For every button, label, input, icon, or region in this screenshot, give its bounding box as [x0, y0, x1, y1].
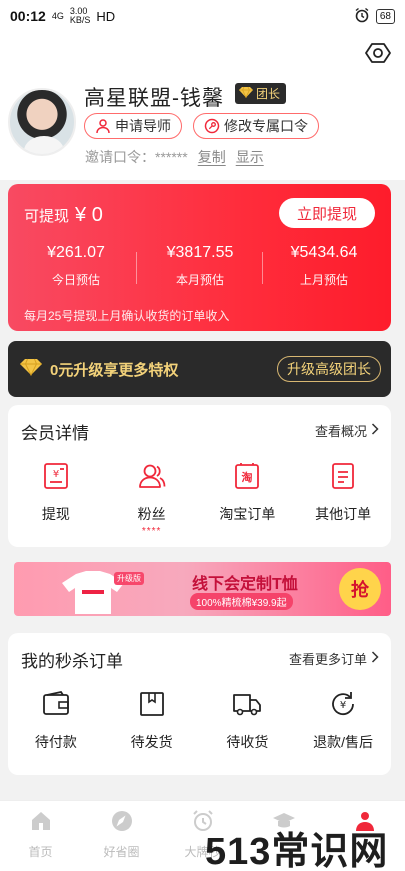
order-status-grid: 待付款 待发货 待收货 ¥ 退款/售后: [8, 689, 391, 752]
grid-label: 粉丝: [137, 506, 166, 522]
hd-indicator: HD: [96, 8, 116, 24]
taobao-order-icon: 淘: [232, 461, 262, 496]
grid-label: 待收货: [226, 734, 269, 750]
role-badge: 团长: [235, 83, 287, 104]
compass-icon: [110, 809, 134, 838]
grid-item-other-orders[interactable]: 其他订单: [295, 461, 391, 537]
wallet-icon: [41, 689, 71, 724]
home-icon: [29, 809, 53, 838]
withdrawable-row: 可提现 ¥ 0: [24, 204, 103, 227]
grid-item-taobao-orders[interactable]: 淘 淘宝订单: [200, 461, 296, 537]
svg-text:¥: ¥: [340, 700, 346, 711]
truck-icon: [232, 689, 262, 724]
settings-icon[interactable]: [365, 40, 391, 66]
role-label: 团长: [256, 87, 281, 101]
key-icon: [204, 118, 220, 134]
withdraw-now-button[interactable]: 立即提现: [279, 198, 375, 228]
speed-unit: KB/S: [69, 15, 91, 25]
withdrawable-label: 可提现: [24, 208, 70, 225]
tab-save-circle[interactable]: 好省圈: [81, 801, 162, 871]
stat-label: 上月预估: [299, 273, 348, 287]
chevron-right-icon: [371, 423, 379, 438]
grid-item-pending-receipt[interactable]: 待收货: [200, 689, 296, 752]
grid-label: 淘宝订单: [219, 506, 276, 522]
banner-tag: 升级版: [114, 572, 144, 585]
grid-item-withdraw[interactable]: ¥ 提现: [8, 461, 104, 537]
avatar[interactable]: [8, 88, 76, 156]
banner-subtitle: 100%精梳棉¥39.9起: [190, 593, 293, 610]
tab-label: 首页: [28, 845, 53, 859]
stat-last-month[interactable]: ¥5434.64 上月预估: [264, 244, 384, 288]
invite-code-label: 邀请口令：******: [85, 149, 188, 165]
battery-indicator: 68: [375, 8, 395, 24]
package-icon: [137, 689, 167, 724]
promo-banner[interactable]: 升级版 线下会定制T恤 100%精梳棉¥39.9起 抢: [14, 562, 391, 616]
divider: [136, 252, 137, 284]
divider: [262, 252, 263, 284]
status-time: 00:12: [10, 8, 46, 24]
network-indicator: 4G: [51, 10, 64, 21]
view-overview-link[interactable]: 查看概况: [315, 421, 379, 440]
view-more-orders-label: 查看更多订单: [288, 652, 367, 667]
tab-home[interactable]: 首页: [0, 801, 81, 871]
alarm-icon: [354, 7, 370, 26]
view-more-orders-link[interactable]: 查看更多订单: [289, 649, 379, 668]
grid-label: 其他订单: [315, 506, 372, 522]
earnings-note: 每月25号提现上月确认收货的订单收入: [24, 309, 230, 323]
copy-link[interactable]: 复制: [198, 147, 226, 167]
grab-button[interactable]: 抢: [339, 568, 381, 610]
grid-item-refund[interactable]: ¥ 退款/售后: [295, 689, 391, 752]
grid-label: 提现: [41, 506, 70, 522]
stat-value: ¥261.07: [47, 244, 105, 261]
grid-item-pending-payment[interactable]: 待付款: [8, 689, 104, 752]
network-speed: 3.00 KB/S: [70, 7, 91, 25]
chevron-right-icon: [371, 651, 379, 666]
view-overview-label: 查看概况: [314, 424, 367, 439]
stat-value: ¥5434.64: [290, 244, 358, 261]
show-link[interactable]: 显示: [236, 147, 264, 167]
svg-text:¥: ¥: [53, 469, 59, 480]
watermark: 513常识网: [205, 831, 389, 871]
svg-text:淘: 淘: [242, 470, 253, 484]
other-order-icon: [328, 461, 358, 496]
grid-item-fans[interactable]: 粉丝 ****: [104, 461, 200, 537]
refund-icon: ¥: [328, 689, 358, 724]
stat-value: ¥3817.55: [166, 244, 234, 261]
stat-label: 今日预估: [51, 273, 100, 287]
profile-header: 高星联盟-钱馨 团长 申请导师 修改专属口令 邀请口令：****** 复制 显示: [0, 32, 405, 180]
apply-mentor-label: 申请导师: [115, 118, 171, 134]
flash-orders-card: 我的秒杀订单 查看更多订单 待付款 待发货 待收货 ¥ 退款/售后: [8, 633, 391, 775]
vip-upgrade-bar[interactable]: 0元升级享更多特权 升级高级团长: [8, 341, 391, 397]
fans-count: ****: [141, 526, 162, 537]
edit-code-label: 修改专属口令: [224, 118, 308, 134]
banner-title: 线下会定制T恤: [192, 576, 298, 593]
flash-orders-title: 我的秒杀订单: [21, 652, 123, 671]
diamond-icon: [20, 358, 42, 381]
invite-code-row: 邀请口令：****** 复制 显示: [85, 147, 264, 167]
status-bar: 00:12 4G 3.00 KB/S HD 68: [0, 0, 405, 32]
withdrawable-amount: ¥ 0: [75, 204, 103, 226]
earnings-card: 可提现 ¥ 0 立即提现 ¥261.07 今日预估 ¥3817.55 本月预估 …: [8, 184, 391, 331]
apply-mentor-button[interactable]: 申请导师: [84, 113, 182, 139]
member-details-title: 会员详情: [21, 424, 89, 443]
member-grid: ¥ 提现 粉丝 **** 淘 淘宝订单 其他订单: [8, 461, 391, 537]
user-name: 高星联盟-钱馨: [84, 87, 224, 110]
user-icon: [95, 118, 111, 134]
vip-text: 0元升级享更多特权: [50, 361, 179, 379]
upgrade-button[interactable]: 升级高级团长: [277, 356, 381, 382]
grid-label: 待发货: [130, 734, 173, 750]
stat-label: 本月预估: [175, 273, 224, 287]
grid-label: 待付款: [34, 734, 77, 750]
stat-this-month[interactable]: ¥3817.55 本月预估: [140, 244, 260, 288]
diamond-icon: [239, 86, 253, 101]
grid-label: 退款/售后: [313, 734, 374, 750]
grid-item-pending-shipment[interactable]: 待发货: [104, 689, 200, 752]
tab-label: 好省圈: [103, 845, 140, 859]
stat-today[interactable]: ¥261.07 今日预估: [16, 244, 136, 288]
fans-icon: [137, 461, 167, 496]
member-details-card: 会员详情 查看概况 ¥ 提现 粉丝 **** 淘 淘宝订单 其他订单: [8, 405, 391, 547]
withdraw-icon: ¥: [41, 461, 71, 496]
edit-code-button[interactable]: 修改专属口令: [193, 113, 319, 139]
